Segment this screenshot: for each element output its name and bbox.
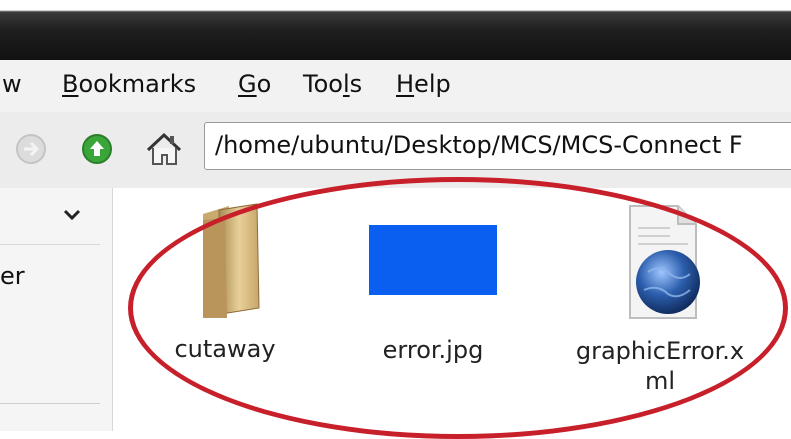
file-name-line-1: graphicError.x	[575, 337, 745, 365]
folder-icon	[203, 203, 260, 318]
menu-bookmarks[interactable]: Bookmarks	[62, 70, 196, 98]
window-titlebar	[0, 0, 791, 60]
file-item-folder[interactable]: cutaway	[150, 200, 300, 364]
menu-go[interactable]: Go	[238, 70, 271, 98]
image-thumbnail	[369, 225, 497, 295]
menubar: w Bookmarks Go Tools Help	[0, 60, 791, 112]
location-path: /home/ubuntu/Desktop/MCS/MCS-Connect F	[215, 131, 743, 159]
divider	[0, 403, 100, 404]
file-name-line-2: ml	[644, 367, 676, 395]
chevron-down-icon[interactable]	[63, 208, 81, 222]
file-item-xml[interactable]: graphicError.x ml	[560, 202, 760, 396]
forward-arrow-icon[interactable]	[14, 132, 48, 166]
side-pane: er	[0, 188, 113, 431]
side-pane-item[interactable]: er	[0, 262, 25, 290]
up-arrow-icon[interactable]	[80, 132, 114, 166]
menu-help[interactable]: Help	[396, 70, 451, 98]
menu-view[interactable]: w	[2, 70, 22, 98]
file-name: cutaway	[174, 335, 276, 363]
side-pane-header[interactable]	[0, 188, 100, 245]
home-icon[interactable]	[144, 130, 184, 168]
menu-tools[interactable]: Tools	[303, 70, 362, 98]
file-item-image[interactable]: error.jpg	[358, 225, 508, 365]
file-name: error.jpg	[382, 336, 484, 364]
location-bar[interactable]: /home/ubuntu/Desktop/MCS/MCS-Connect F	[204, 122, 791, 170]
globe-document-icon	[629, 205, 700, 319]
